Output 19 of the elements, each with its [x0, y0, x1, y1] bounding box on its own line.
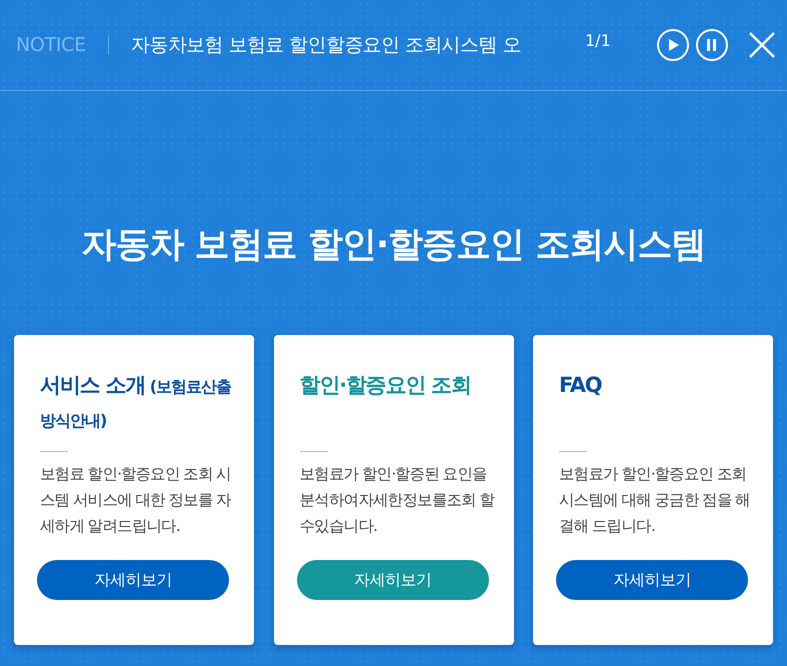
- play-button[interactable]: [656, 29, 689, 61]
- notice-ticker-text[interactable]: 자동차보험 보험료 할인할증요인 조회시스템 오: [131, 32, 571, 58]
- play-icon: [668, 39, 679, 51]
- card-description: 보험료가 할인·할증요인 조회 시스템에 대해 궁금한 점을 해결해 드립니다.: [559, 464, 751, 537]
- close-icon: [748, 32, 775, 58]
- card-description: 보험료 할인·할증요인 조회 시스템 서비스에 대한 정보를 자세하게 알려드립니다.: [40, 464, 232, 537]
- page-heading: 자동차 보험료 할인·할증요인 조회시스템: [80, 224, 706, 267]
- close-button[interactable]: [748, 31, 776, 59]
- card-title: 서비스 소개 (보험료산출 방식안내): [40, 372, 232, 432]
- card-description: 보험료가 할인·할증된 요인을 분석하여자세한정보를조회 할수있습니다.: [300, 464, 496, 537]
- card-title: 할인·할증요인 조회: [300, 372, 472, 399]
- pause-icon: [707, 39, 716, 51]
- pause-button[interactable]: [696, 29, 728, 61]
- card-title: FAQ: [559, 372, 602, 399]
- notice-label: NOTICE: [16, 34, 87, 56]
- details-button[interactable]: 자세히보기: [556, 560, 748, 600]
- notice-counter: 1/1: [585, 30, 611, 50]
- details-button[interactable]: 자세히보기: [37, 560, 229, 600]
- details-button[interactable]: 자세히보기: [296, 560, 488, 600]
